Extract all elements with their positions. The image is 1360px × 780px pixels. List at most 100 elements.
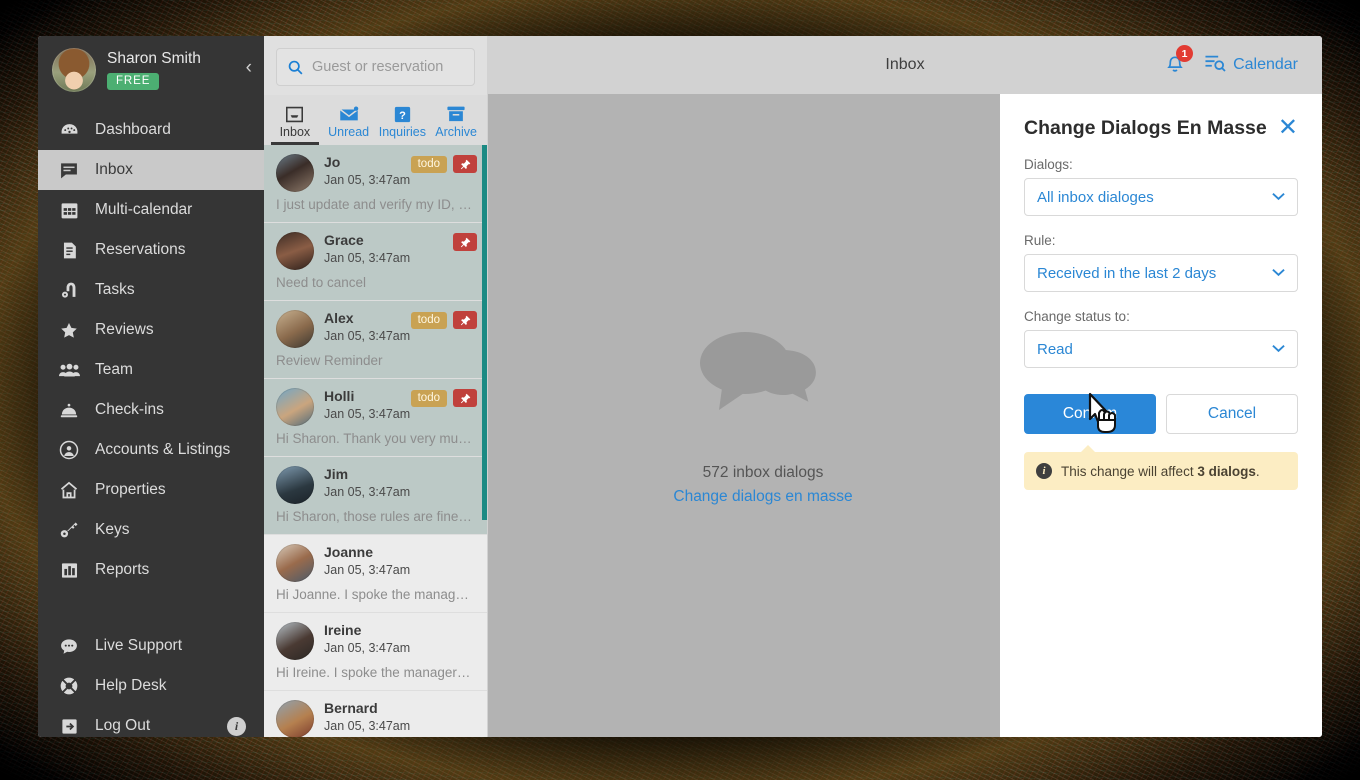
logout-info-icon[interactable]: i xyxy=(227,716,246,736)
pin-icon[interactable] xyxy=(453,389,477,407)
pin-icon[interactable] xyxy=(453,311,477,329)
archive-box-icon xyxy=(429,104,483,124)
sidebar-item-team[interactable]: Team xyxy=(38,350,264,390)
rule-select-value: Received in the last 2 days xyxy=(1037,264,1217,282)
collapse-sidebar-chevron-icon[interactable]: ‹ xyxy=(246,58,252,77)
main-area: Inbox 1 Calendar 572 inbox dialogs Chang… xyxy=(488,36,1322,737)
list-item[interactable]: Jim Jan 05, 3:47am Hi Sharon, those rules … xyxy=(264,457,487,535)
sidebar-item-inbox[interactable]: Inbox xyxy=(38,150,264,190)
list-item[interactable]: BernardJan 05, 3:47amHi Bernard. I spoke… xyxy=(264,691,487,737)
list-item-name: Ireine xyxy=(324,622,362,638)
sidebar: Sharon Smith FREE ‹ Dashboard Inbox Mult… xyxy=(38,36,264,737)
list-item-preview: Hi Sharon. Thank you very much… xyxy=(276,431,475,446)
affect-note: i This change will affect 3 dialogs. xyxy=(1024,445,1298,490)
two-speech-bubbles-icon xyxy=(687,326,839,446)
reservations-icon xyxy=(56,241,82,260)
sidebar-item-label: Keys xyxy=(95,521,130,538)
todo-badge[interactable]: todo xyxy=(410,155,447,173)
sidebar-item-label: Reservations xyxy=(95,241,186,258)
list-item[interactable]: Grace Jan 05, 3:47am Need to cancel xyxy=(264,223,487,301)
list-scrollbar[interactable] xyxy=(482,145,487,520)
status-select-value: Read xyxy=(1037,340,1073,358)
sidebar-item-help-desk[interactable]: Help Desk xyxy=(38,666,264,706)
list-item[interactable]: Joanne Jan 05, 3:47am Hi Joanne. I spoke t… xyxy=(264,535,487,613)
list-item-date: Jan 05, 3:47am xyxy=(324,641,411,656)
calendar-grid-icon xyxy=(56,201,82,220)
people-icon xyxy=(56,362,82,379)
sidebar-item-dashboard[interactable]: Dashboard xyxy=(38,110,264,150)
bar-chart-icon xyxy=(56,561,82,580)
todo-badge[interactable]: todo xyxy=(410,389,447,407)
sidebar-item-tasks[interactable]: Tasks xyxy=(38,270,264,310)
empty-state: 572 inbox dialogs Change dialogs en mass… xyxy=(488,94,1038,737)
calendar-button[interactable]: Calendar xyxy=(1204,53,1298,78)
info-icon: i xyxy=(1036,463,1052,479)
list-item[interactable]: Alex Jan 05, 3:47am Review Reminder todo xyxy=(264,301,487,379)
list-item[interactable]: Holli Jan 05, 3:47am Hi Sharon. Thank you … xyxy=(264,379,487,457)
tab-label: Inquiries xyxy=(378,125,426,139)
status-field-label: Change status to: xyxy=(1024,309,1130,324)
search-area xyxy=(264,36,487,95)
notifications-button[interactable]: 1 xyxy=(1164,45,1194,79)
list-item-tags: todo xyxy=(410,155,477,173)
rule-select[interactable]: Received in the last 2 days xyxy=(1024,254,1298,292)
cancel-button[interactable]: Cancel xyxy=(1166,394,1298,434)
change-dialogs-panel: Change Dialogs En Masse ✕ Dialogs: All i… xyxy=(1000,94,1322,737)
close-icon[interactable]: ✕ xyxy=(1278,116,1298,140)
list-item-preview: Need to cancel xyxy=(276,275,367,290)
avatar xyxy=(276,388,314,426)
confirm-button[interactable]: Confirm xyxy=(1024,394,1156,434)
list-item-preview: Hi Joanne. I spoke the manager… xyxy=(276,587,475,602)
key-icon xyxy=(56,520,82,540)
sidebar-item-keys[interactable]: Keys xyxy=(38,510,264,550)
calendar-label: Calendar xyxy=(1233,56,1298,73)
sidebar-item-properties[interactable]: Properties xyxy=(38,470,264,510)
inbox-tray-icon xyxy=(268,104,322,124)
tab-unread[interactable]: Unread xyxy=(322,98,376,145)
message-list[interactable]: Jo Jan 05, 3:47am I just update and verify… xyxy=(264,145,487,737)
app-window: Sharon Smith FREE ‹ Dashboard Inbox Mult… xyxy=(38,36,1322,737)
avatar xyxy=(276,232,314,270)
sidebar-item-label: Inbox xyxy=(95,161,133,178)
sidebar-nav: Dashboard Inbox Multi-calendar Reservati… xyxy=(38,110,264,737)
dialogs-select[interactable]: All inbox dialoges xyxy=(1024,178,1298,216)
chevron-down-icon xyxy=(1272,266,1285,280)
list-item-name: Grace xyxy=(324,232,364,248)
list-item-name: Bernard xyxy=(324,700,378,716)
list-item-date: Jan 05, 3:47am xyxy=(324,329,411,344)
tab-inquiries[interactable]: ? Inquiries xyxy=(376,98,430,145)
question-square-icon: ? xyxy=(376,104,430,124)
tab-inbox[interactable]: Inbox xyxy=(268,98,322,145)
search-box[interactable] xyxy=(276,48,475,86)
status-select[interactable]: Read xyxy=(1024,330,1298,368)
list-item-name: Jim xyxy=(324,466,349,482)
sidebar-item-label: Accounts & Listings xyxy=(95,441,231,458)
todo-badge[interactable]: todo xyxy=(410,311,447,329)
search-input[interactable] xyxy=(312,59,464,75)
sidebar-item-reservations[interactable]: Reservations xyxy=(38,230,264,270)
list-item[interactable]: Ireine Jan 05, 3:47am Hi Ireine. I spoke t… xyxy=(264,613,487,691)
sidebar-item-reports[interactable]: Reports xyxy=(38,550,264,590)
list-item-date: Jan 05, 3:47am xyxy=(324,173,411,188)
sidebar-item-live-support[interactable]: Live Support xyxy=(38,626,264,666)
pin-icon[interactable] xyxy=(453,155,477,173)
change-dialogs-en-masse-link[interactable]: Change dialogs en masse xyxy=(673,488,852,506)
sidebar-item-label: Reviews xyxy=(95,321,154,338)
affect-note-count: 3 dialogs xyxy=(1197,463,1256,479)
list-item-date: Jan 05, 3:47am xyxy=(324,251,411,266)
pin-icon[interactable] xyxy=(453,233,477,251)
list-item[interactable]: Jo Jan 05, 3:47am I just update and verify… xyxy=(264,145,487,223)
svg-text:?: ? xyxy=(399,109,406,121)
lifebuoy-icon xyxy=(56,676,82,696)
tab-archive[interactable]: Archive xyxy=(429,98,483,145)
sidebar-item-multi-calendar[interactable]: Multi-calendar xyxy=(38,190,264,230)
user-profile[interactable]: Sharon Smith FREE ‹ xyxy=(38,36,264,106)
sidebar-item-check-ins[interactable]: Check-ins xyxy=(38,390,264,430)
sidebar-item-accounts-listings[interactable]: Accounts & Listings xyxy=(38,430,264,470)
sidebar-item-log-out[interactable]: Log Out i xyxy=(38,706,264,737)
sidebar-item-label: Reports xyxy=(95,561,150,578)
sidebar-item-label: Dashboard xyxy=(95,121,171,138)
sidebar-item-reviews[interactable]: Reviews xyxy=(38,310,264,350)
sidebar-item-label: Team xyxy=(95,361,133,378)
panel-title: Change Dialogs En Masse xyxy=(1024,116,1267,139)
